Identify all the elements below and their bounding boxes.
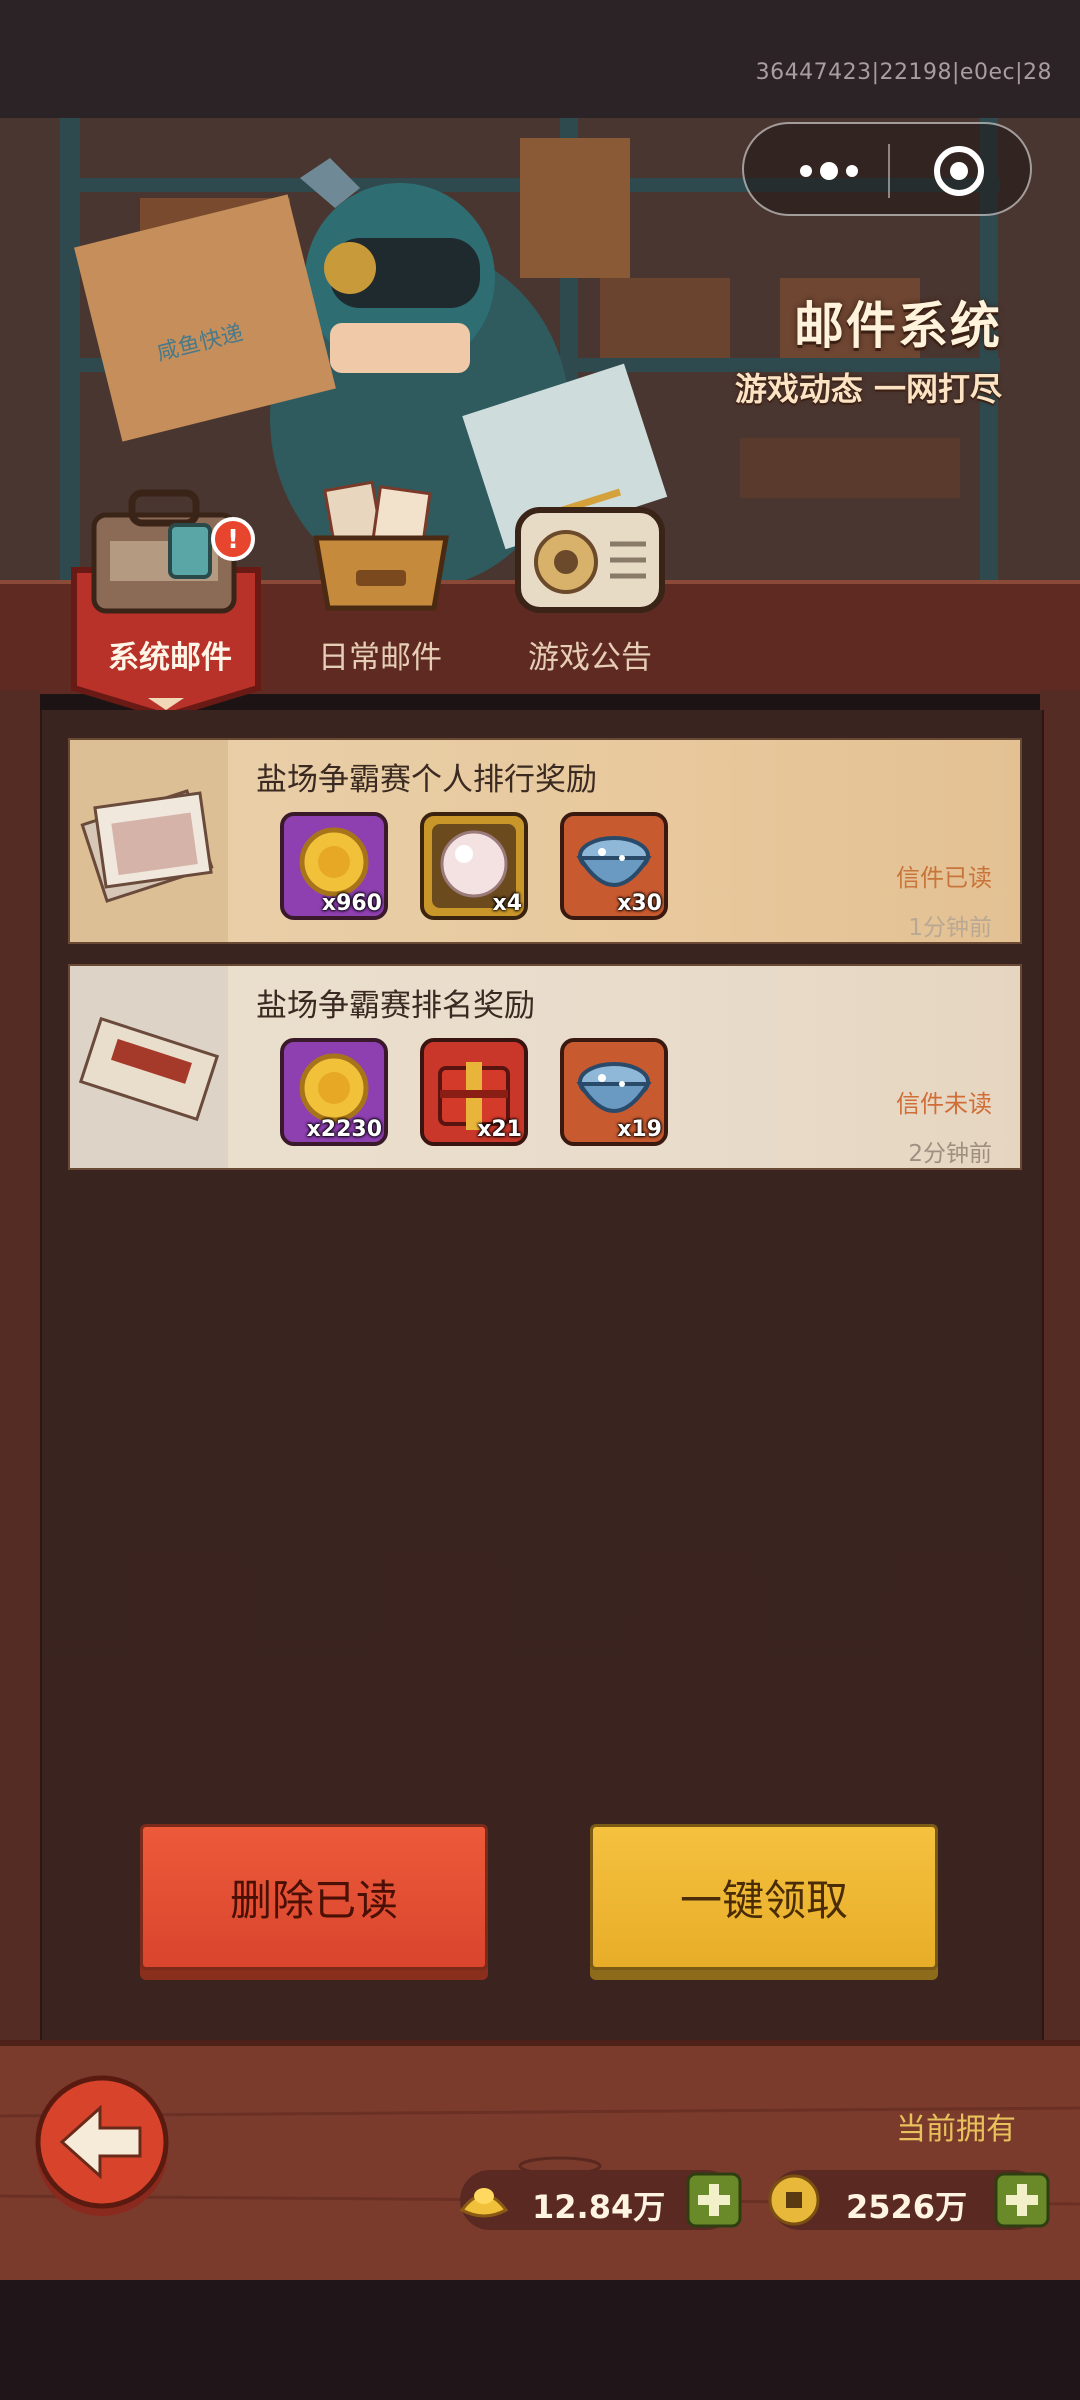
hero-subtitle: 游戏动态 一网打尽 [734, 370, 1002, 408]
tab-daily-mail[interactable]: 日常邮件 [280, 632, 480, 677]
claim-all-button[interactable]: 一键领取 [590, 1824, 938, 1970]
miniprogram-capsule [742, 122, 1032, 216]
mail-subject: 盐场争霸赛排名奖励 [256, 988, 535, 1024]
mail-item[interactable]: 盐场争霸赛排名奖励 x2230 x21 x19 信件未读 2分钟前 [68, 964, 1022, 1170]
resource-ingot: 12.84万 [459, 2170, 742, 2230]
reward-qty: x19 [617, 1117, 662, 1142]
resource-coin: 2526万 [768, 2170, 1050, 2230]
tab-badge-icon: ! [211, 517, 255, 561]
reward-qty: x960 [321, 891, 382, 916]
mail-status: 信件未读 [896, 1090, 992, 1118]
mail-time: 1分钟前 [908, 915, 992, 941]
reward-qty: x21 [477, 1117, 522, 1142]
reward-item[interactable]: x4 [420, 812, 528, 920]
reward-item[interactable]: x960 [280, 812, 388, 920]
panel-frame-left [0, 690, 40, 2050]
add-ingot-icon[interactable] [686, 2172, 742, 2228]
mail-subject: 盐场争霸赛个人排行奖励 [256, 762, 597, 798]
tab-badge-text: ! [227, 525, 239, 555]
delete-read-button[interactable]: 删除已读 [140, 1824, 488, 1970]
mail-thumbnail [70, 740, 228, 942]
close-miniprogram-icon[interactable] [932, 144, 986, 198]
mail-item[interactable]: 盐场争霸赛个人排行奖励 x960 x4 x30 信件已读 1分钟前 [68, 738, 1022, 944]
open-letter-icon [80, 789, 214, 903]
mail-thumbnail [70, 966, 228, 1168]
add-coin-icon[interactable] [994, 2172, 1050, 2228]
reward-item[interactable]: x30 [560, 812, 668, 920]
reward-qty: x30 [617, 891, 662, 916]
back-button[interactable] [28, 2072, 176, 2220]
mail-status: 信件已读 [896, 864, 992, 892]
reward-qty: x4 [492, 891, 523, 916]
build-id-text: 36447423|22198|e0ec|28 [755, 60, 1052, 85]
radio-icon [515, 488, 665, 613]
reward-item[interactable]: x2230 [280, 1038, 388, 1146]
delete-read-label: 删除已读 [229, 1876, 398, 1925]
system-nav-bar [0, 2280, 1080, 2400]
top-bar [0, 0, 1080, 118]
tab-game-announcement[interactable]: 游戏公告 [490, 632, 690, 677]
tab-system-mail[interactable]: 系统邮件 [70, 632, 270, 677]
mail-time: 2分钟前 [908, 1141, 992, 1167]
reward-item[interactable]: x21 [420, 1038, 528, 1146]
sealed-envelope-icon [78, 1016, 220, 1122]
owned-label: 当前拥有 [896, 2112, 1016, 2147]
hero-title: 邮件系统 [794, 297, 1002, 355]
capsule-divider [888, 144, 890, 198]
copper-coin-icon [768, 2174, 820, 2226]
claim-all-label: 一键领取 [679, 1876, 848, 1925]
coin-amount: 2526万 [846, 2188, 968, 2226]
gold-ingot-icon [459, 2188, 509, 2218]
mail-basket-icon [313, 480, 449, 611]
reward-item[interactable]: x19 [560, 1038, 668, 1146]
ingot-amount: 12.84万 [532, 2188, 666, 2226]
more-menu-icon[interactable] [784, 154, 894, 188]
reward-qty: x2230 [306, 1117, 382, 1142]
panel-frame-right [1040, 690, 1080, 2050]
